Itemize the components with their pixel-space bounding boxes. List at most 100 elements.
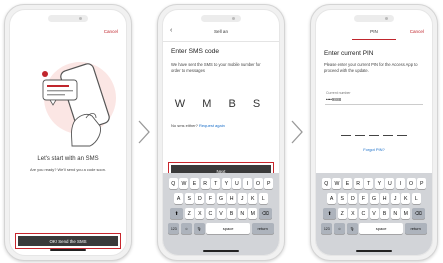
key-y[interactable]: Y: [374, 178, 384, 189]
cancel-link[interactable]: Cancel: [104, 29, 118, 34]
key-i[interactable]: I: [395, 178, 405, 189]
key-a[interactable]: A: [327, 193, 337, 204]
key-b[interactable]: B: [227, 208, 237, 219]
return-key[interactable]: return: [251, 223, 274, 234]
key-o[interactable]: O: [406, 178, 416, 189]
key-l[interactable]: L: [411, 193, 421, 204]
keyboard-row-1: Q W E R T Y U I O P: [318, 178, 430, 189]
current-number-field[interactable]: ••••9888: [326, 97, 341, 102]
key-k[interactable]: K: [248, 193, 258, 204]
microphone-icon[interactable]: 🎙: [193, 223, 205, 234]
key-g[interactable]: G: [369, 193, 379, 204]
screen-heading: Enter current PIN: [324, 50, 374, 57]
forgot-pin-link[interactable]: Forgot PIN?: [316, 147, 432, 152]
keyboard-row-2: A S D F G H J K L: [165, 193, 277, 204]
key-v[interactable]: V: [216, 208, 226, 219]
key-c[interactable]: C: [358, 208, 368, 219]
send-sms-button[interactable]: OK! Send the SMS: [18, 236, 118, 246]
key-i[interactable]: I: [242, 178, 252, 189]
numbers-key[interactable]: 123: [168, 223, 180, 234]
key-a[interactable]: A: [174, 193, 184, 204]
pin-digit-slot: [397, 135, 407, 136]
key-y[interactable]: Y: [221, 178, 231, 189]
key-h[interactable]: H: [227, 193, 237, 204]
send-sms-button-highlight: OK! Send the SMS: [15, 233, 121, 249]
key-e[interactable]: E: [343, 178, 353, 189]
backspace-key[interactable]: ⌫: [411, 208, 425, 219]
shift-key[interactable]: ⬆: [170, 208, 184, 219]
pin-entry-field[interactable]: [316, 135, 432, 136]
sms-code-display[interactable]: W M B S: [163, 98, 279, 110]
key-b[interactable]: B: [380, 208, 390, 219]
microphone-icon[interactable]: 🎙: [346, 223, 358, 234]
home-indicator: [50, 249, 86, 251]
key-c[interactable]: C: [205, 208, 215, 219]
key-u[interactable]: U: [385, 178, 395, 189]
top-bar-title: Sell an: [213, 29, 229, 34]
emoji-key[interactable]: ☺: [333, 223, 345, 234]
phone-sms-illustration: [42, 62, 116, 147]
space-key[interactable]: space: [206, 223, 251, 234]
key-j[interactable]: J: [390, 193, 400, 204]
request-again-link[interactable]: Request again: [199, 123, 225, 128]
key-t[interactable]: T: [364, 178, 374, 189]
key-k[interactable]: K: [401, 193, 411, 204]
key-z[interactable]: Z: [337, 208, 347, 219]
chevron-right-icon: [138, 120, 150, 144]
key-r[interactable]: R: [200, 178, 210, 189]
key-q[interactable]: Q: [321, 178, 331, 189]
phone-notch: [201, 15, 241, 22]
key-f[interactable]: F: [205, 193, 215, 204]
on-screen-keyboard: Q W E R T Y U I O P A S D F G H J K L ⬆ …: [163, 173, 279, 255]
key-f[interactable]: F: [358, 193, 368, 204]
key-n[interactable]: N: [390, 208, 400, 219]
key-w[interactable]: W: [179, 178, 189, 189]
return-key[interactable]: return: [404, 223, 427, 234]
key-m[interactable]: M: [401, 208, 411, 219]
key-x[interactable]: X: [195, 208, 205, 219]
key-d[interactable]: D: [348, 193, 358, 204]
request-again-row: No sms either? Request again: [171, 123, 225, 128]
key-e[interactable]: E: [190, 178, 200, 189]
key-q[interactable]: Q: [168, 178, 178, 189]
key-o[interactable]: O: [253, 178, 263, 189]
key-p[interactable]: P: [417, 178, 427, 189]
backspace-key[interactable]: ⌫: [258, 208, 272, 219]
field-underline: [325, 104, 423, 105]
key-s[interactable]: S: [184, 193, 194, 204]
key-s[interactable]: S: [337, 193, 347, 204]
key-t[interactable]: T: [211, 178, 221, 189]
key-l[interactable]: L: [258, 193, 268, 204]
key-j[interactable]: J: [237, 193, 247, 204]
keyboard-row-4: 123 ☺ 🎙 space return: [318, 223, 430, 234]
cancel-link[interactable]: Cancel: [410, 29, 424, 34]
emoji-key[interactable]: ☺: [180, 223, 192, 234]
key-z[interactable]: Z: [184, 208, 194, 219]
screen-sms-start: Cancel Let's start with an SMS Are you r…: [9, 9, 127, 256]
numbers-key[interactable]: 123: [321, 223, 333, 234]
key-p[interactable]: P: [264, 178, 274, 189]
phone-notch: [354, 15, 394, 22]
home-indicator: [356, 250, 392, 252]
shift-key[interactable]: ⬆: [323, 208, 337, 219]
screen-sms-code: ‹ Sell an Enter SMS code We have sent th…: [162, 9, 280, 256]
keyboard-row-4: 123 ☺ 🎙 space return: [165, 223, 277, 234]
space-key[interactable]: space: [359, 223, 404, 234]
key-r[interactable]: R: [353, 178, 363, 189]
key-w[interactable]: W: [332, 178, 342, 189]
key-h[interactable]: H: [380, 193, 390, 204]
screen-enter-pin: PIN Cancel Enter current PIN Please ente…: [315, 9, 433, 256]
key-g[interactable]: G: [216, 193, 226, 204]
keyboard-row-3: ⬆ Z X C V B N M ⌫: [165, 208, 277, 219]
key-u[interactable]: U: [232, 178, 242, 189]
top-bar: Cancel: [10, 26, 126, 40]
no-sms-text: No sms either?: [171, 123, 198, 128]
chevron-right-icon: [291, 120, 303, 144]
top-bar: ‹ Sell an: [163, 26, 279, 40]
key-d[interactable]: D: [195, 193, 205, 204]
key-m[interactable]: M: [248, 208, 258, 219]
key-n[interactable]: N: [237, 208, 247, 219]
current-number-label: Current number: [326, 91, 351, 95]
key-x[interactable]: X: [348, 208, 358, 219]
key-v[interactable]: V: [369, 208, 379, 219]
